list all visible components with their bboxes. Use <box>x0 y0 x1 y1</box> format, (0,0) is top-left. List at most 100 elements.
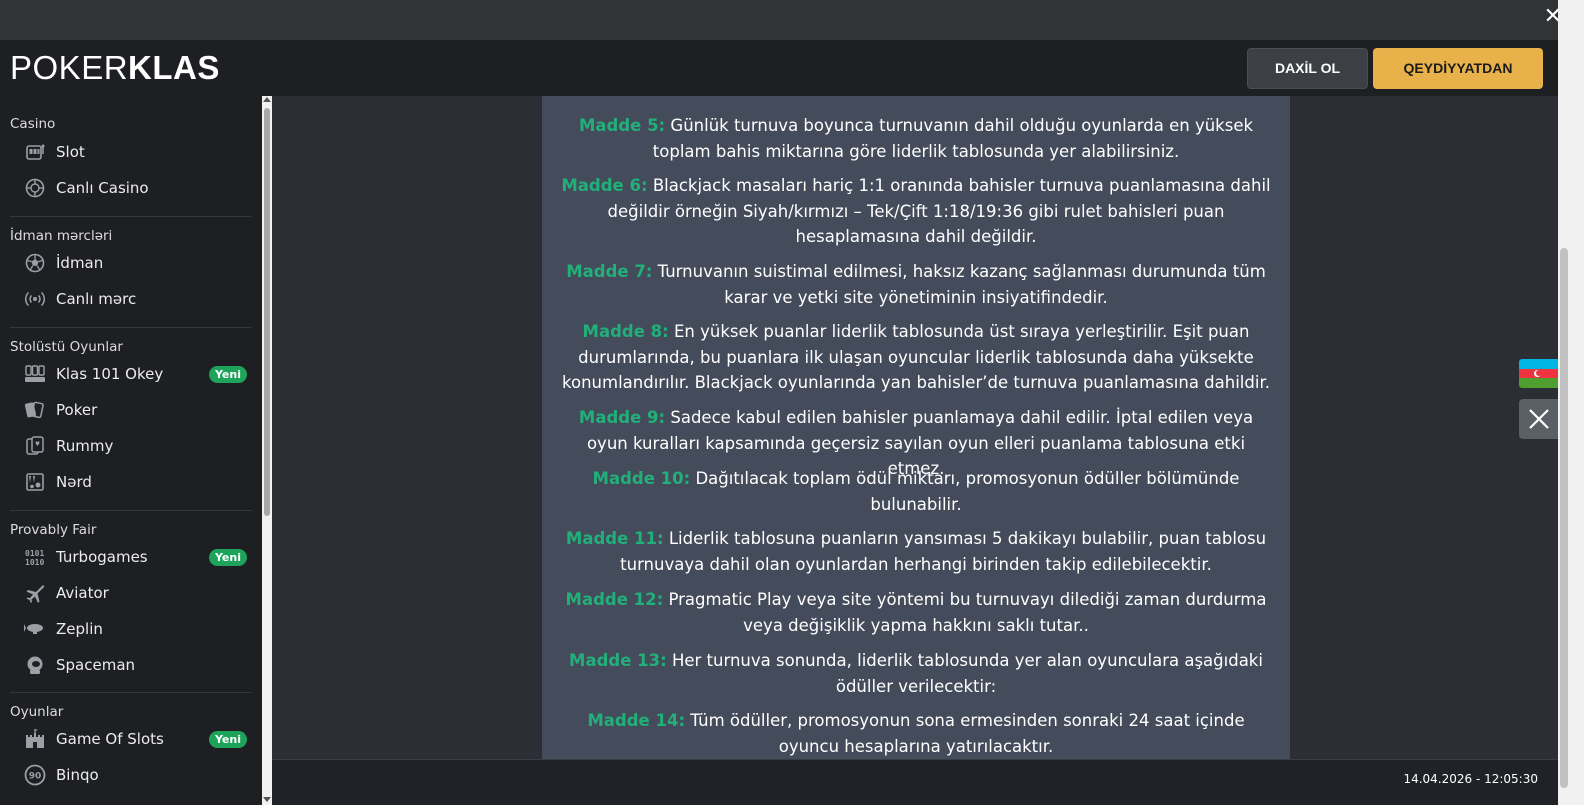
rule-label: Madde 14: <box>587 711 686 730</box>
sidebar-item-okey[interactable]: Klas 101 Okey Yeni <box>22 357 252 391</box>
rule-label: Madde 13: <box>569 651 667 670</box>
logo-light-text: POKER <box>10 49 129 86</box>
main-content-area: ... Madde 5: Günlük turnuva boyunca turn… <box>272 96 1558 759</box>
rule-label: Madde 10: <box>592 469 691 488</box>
rule-label: Madde 12: <box>565 590 664 609</box>
airplane-icon <box>24 582 46 604</box>
logo[interactable]: POKERKLAS <box>10 50 220 86</box>
sidebar-item-label: Canlı mərc <box>56 290 137 308</box>
castle-icon <box>24 728 46 750</box>
scroll-down-arrow-icon[interactable] <box>263 797 271 802</box>
rule-text: Blackjack masaları hariç 1:1 oranında ba… <box>607 176 1271 246</box>
sidebar-item-label: Poker <box>56 401 98 419</box>
sidebar-item-game-of-slots[interactable]: Game Of Slots Yeni <box>22 722 252 756</box>
binary-digits-icon: 0101 1010 <box>24 546 46 568</box>
soccer-ball-icon <box>24 252 46 274</box>
sidebar: Casino Slot Canlı Casino İdman mərcləri … <box>0 96 262 805</box>
rule-text: Her turnuva sonunda, liderlik tablosunda… <box>671 651 1263 696</box>
casino-chip-icon <box>24 177 46 199</box>
footer-bar: 14.04.2026 - 12:05:30 <box>272 759 1558 805</box>
rule-item: Madde 10: Dağıtılacak toplam ödül miktar… <box>556 466 1276 517</box>
rule-text: Günlük turnuva boyunca turnuvanın dahil … <box>652 116 1254 161</box>
rule-item: Madde 11: Liderlik tablosuna puanların y… <box>556 526 1276 577</box>
rule-text: Turnuvanın suistimal edilmesi, haksız ka… <box>657 262 1266 307</box>
tournament-rules-panel: ... Madde 5: Günlük turnuva boyunca turn… <box>542 96 1290 759</box>
sidebar-item-turbogames[interactable]: 0101 1010 Turbogames Yeni <box>22 540 252 574</box>
section-title-casino: Casino <box>10 116 56 132</box>
new-badge: Yeni <box>208 366 247 383</box>
svg-text:90: 90 <box>29 772 42 782</box>
rule-item: Madde 5: Günlük turnuva boyunca turnuvan… <box>556 113 1276 164</box>
close-icon[interactable] <box>1519 399 1558 439</box>
azerbaijan-flag-icon[interactable] <box>1519 359 1558 388</box>
divider <box>10 327 252 328</box>
rule-label: Madde 8: <box>582 322 669 341</box>
rule-text: Liderlik tablosuna puanların yansıması 5… <box>620 529 1267 574</box>
section-title-provably-fair: Provably Fair <box>10 522 97 538</box>
rule-item: Madde 13: Her turnuva sonunda, liderlik … <box>556 648 1276 699</box>
page-scroll-thumb[interactable] <box>1560 248 1568 788</box>
sidebar-item-zeplin[interactable]: Zeplin <box>22 612 252 646</box>
rule-text: En yüksek puanlar liderlik tablosunda üs… <box>562 322 1270 392</box>
astronaut-icon <box>24 654 46 676</box>
sidebar-item-label: Spaceman <box>56 656 136 674</box>
rule-text: Dağıtılacak toplam ödül miktarı, promosy… <box>695 469 1240 514</box>
sidebar-item-backgammon[interactable]: Nərd <box>22 465 252 499</box>
site-header: POKERKLAS DAXİL OL QEYDİYYATDAN <box>0 40 1558 96</box>
sidebar-item-rummy[interactable]: Rummy <box>22 429 252 463</box>
sidebar-item-label: Zeplin <box>56 620 103 638</box>
sidebar-item-label: Klas 101 Okey <box>56 365 164 383</box>
rule-label: Madde 5: <box>578 116 666 135</box>
rule-item: Madde 7: Turnuvanın suistimal edilmesi, … <box>556 259 1276 310</box>
sidebar-item-slot[interactable]: Slot <box>22 135 252 169</box>
sidebar-item-label: Slot <box>56 143 85 161</box>
rule-label: Madde 11: <box>565 529 664 548</box>
divider <box>10 510 252 511</box>
backgammon-icon <box>24 471 46 493</box>
rule-item: Madde 12: Pragmatic Play veya site yönte… <box>556 587 1276 638</box>
sidebar-item-poker[interactable]: Poker <box>22 393 252 427</box>
login-button[interactable]: DAXİL OL <box>1247 48 1368 89</box>
svg-text:1010: 1010 <box>25 558 44 567</box>
sidebar-item-label: Canlı Casino <box>56 179 149 197</box>
top-strip: ✕ <box>0 0 1584 40</box>
svg-text:0101: 0101 <box>25 549 44 558</box>
rule-label: Madde 7: <box>566 262 653 281</box>
partial-rule-text: ... <box>556 96 1276 102</box>
rule-text: Tüm ödüller, promosyonun sona ermesinden… <box>690 711 1245 756</box>
live-broadcast-icon <box>24 288 46 310</box>
sidebar-item-live-casino[interactable]: Canlı Casino <box>22 171 252 205</box>
register-button[interactable]: QEYDİYYATDAN <box>1373 48 1543 89</box>
rule-text: Pragmatic Play veya site yöntemi bu turn… <box>668 590 1267 635</box>
new-badge: Yeni <box>208 731 247 748</box>
section-title-table-games: Stolüstü Oyunlar <box>10 339 123 355</box>
sidebar-scroll-thumb[interactable] <box>264 108 270 516</box>
sidebar-item-label: Game Of Slots <box>56 730 164 748</box>
sidebar-item-live-bet[interactable]: Canlı mərc <box>22 282 252 316</box>
sidebar-item-label: Binqo <box>56 766 99 784</box>
divider <box>10 692 252 693</box>
sidebar-item-spaceman[interactable]: Spaceman <box>22 648 252 682</box>
sidebar-item-bingo[interactable]: 90 Binqo <box>22 758 252 792</box>
logo-bold-text: KLAS <box>128 49 220 86</box>
new-badge: Yeni <box>208 549 247 566</box>
sidebar-item-aviator[interactable]: Aviator <box>22 576 252 610</box>
sidebar-item-label: İdman <box>56 254 104 272</box>
scroll-up-arrow-icon[interactable] <box>263 97 271 102</box>
sidebar-item-label: Turbogames <box>56 548 148 566</box>
sidebar-item-label: Aviator <box>56 584 109 602</box>
zeppelin-icon <box>24 618 46 640</box>
sidebar-item-sports[interactable]: İdman <box>22 246 252 280</box>
rule-item: Madde 6: Blackjack masaları hariç 1:1 or… <box>556 173 1276 250</box>
rule-label: Madde 6: <box>561 176 648 195</box>
divider <box>10 216 252 217</box>
rummy-cards-icon <box>24 435 46 457</box>
sidebar-item-label: Rummy <box>56 437 114 455</box>
sidebar-scrollbar[interactable] <box>262 96 272 805</box>
okey-tiles-icon <box>24 363 46 385</box>
rule-item: Madde 14: Tüm ödüller, promosyonun sona … <box>556 708 1276 759</box>
sidebar-item-label: Nərd <box>56 473 92 491</box>
bingo-ball-icon: 90 <box>24 764 46 786</box>
slot-machine-icon <box>24 141 46 163</box>
datetime-display: 14.04.2026 - 12:05:30 <box>1403 772 1538 786</box>
